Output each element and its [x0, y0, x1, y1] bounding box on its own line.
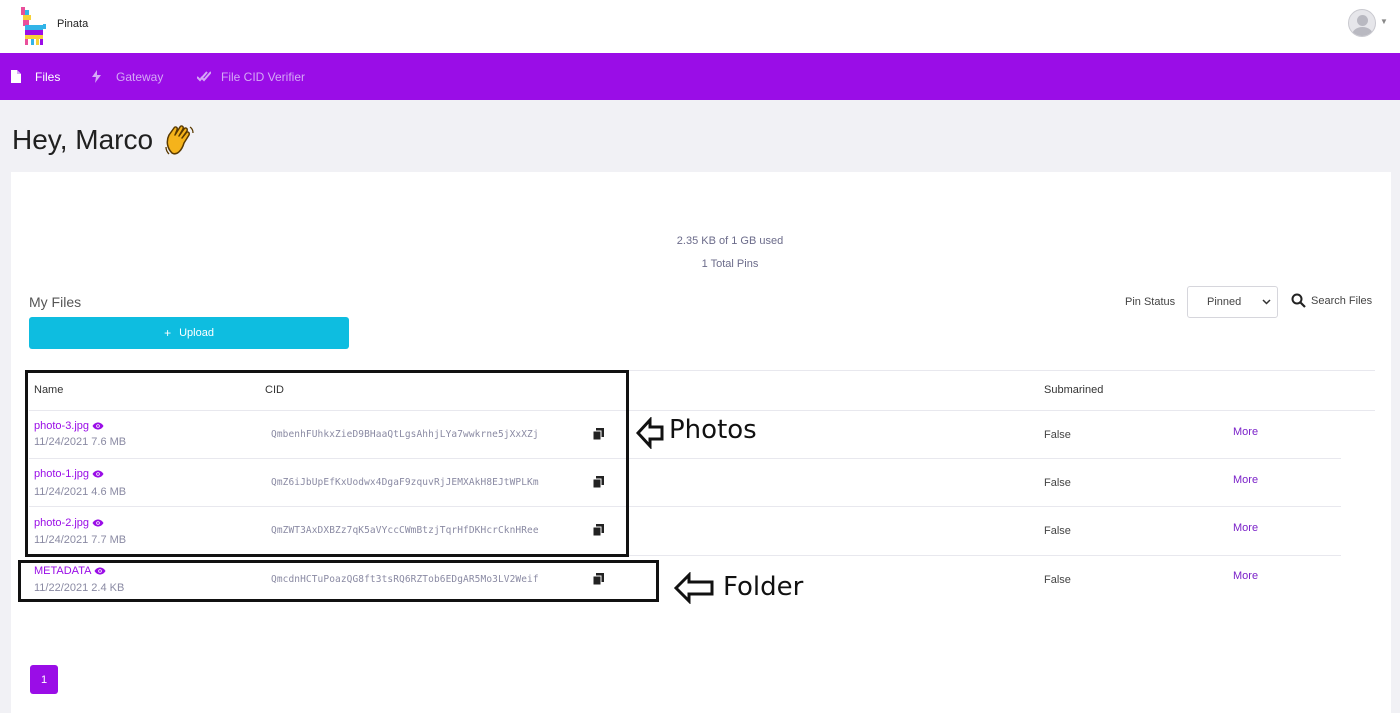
page-title: Hey, Marco [12, 123, 197, 157]
top-bar: Pinata ▼ [0, 0, 1400, 53]
nav-item-gateway[interactable]: Gateway [92, 53, 163, 100]
nav-item-label: Files [35, 69, 61, 84]
avatar-head [1357, 15, 1368, 26]
my-files-title: My Files [29, 294, 82, 310]
arrow-left-icon [636, 417, 664, 449]
nav-item-files[interactable]: Files [11, 53, 60, 100]
submarined-value: False [1044, 525, 1071, 537]
nav-item-file-cid-verifier[interactable]: File CID Verifier [197, 53, 305, 100]
chevron-down-icon [1262, 299, 1271, 305]
photos-annotation-label: Photos [669, 415, 757, 445]
more-link[interactable]: More [1233, 570, 1258, 582]
folder-annotation-box [18, 560, 659, 602]
pin-status-value: Pinned [1207, 296, 1242, 308]
page-button-current[interactable]: 1 [30, 665, 58, 694]
nav-item-label: Gateway [116, 69, 164, 84]
more-link[interactable]: More [1233, 474, 1258, 486]
waving-hand-icon [165, 125, 194, 155]
pin-status-select[interactable]: Pinned [1187, 286, 1278, 318]
pin-status-label: Pin Status [1125, 296, 1176, 308]
chevron-down-icon[interactable]: ▼ [1380, 17, 1388, 26]
storage-usage: 2.35 KB of 1 GB used [676, 235, 784, 247]
upload-button[interactable]: + Upload [29, 317, 349, 349]
photos-annotation-box [25, 370, 629, 557]
more-link[interactable]: More [1233, 522, 1258, 534]
bolt-icon [92, 70, 106, 83]
nav-item-label: File CID Verifier [221, 69, 306, 84]
main-nav: Files Gateway File CID Verifier [0, 53, 1400, 100]
avatar-body [1352, 27, 1373, 36]
search-icon [1291, 293, 1306, 308]
more-link[interactable]: More [1233, 426, 1258, 438]
plus-icon: + [164, 326, 172, 340]
search-files-label: Search Files [1311, 294, 1373, 307]
check-icon [197, 71, 211, 82]
submarined-value: False [1044, 574, 1071, 586]
folder-annotation-label: Folder [723, 572, 804, 602]
pinata-logo-icon[interactable] [18, 4, 48, 46]
file-icon [11, 70, 25, 83]
submarined-value: False [1044, 477, 1071, 489]
upload-label: Upload [179, 327, 214, 339]
app-name: Pinata [57, 18, 89, 30]
search-files-button[interactable]: Search Files [1291, 293, 1372, 308]
greeting-text: Hey, Marco [12, 124, 154, 155]
arrow-left-icon [674, 572, 714, 604]
total-pins: 1 Total Pins [701, 258, 759, 270]
avatar[interactable] [1348, 9, 1376, 37]
submarined-value: False [1044, 429, 1071, 441]
column-header-submarined[interactable]: Submarined [1044, 384, 1103, 396]
